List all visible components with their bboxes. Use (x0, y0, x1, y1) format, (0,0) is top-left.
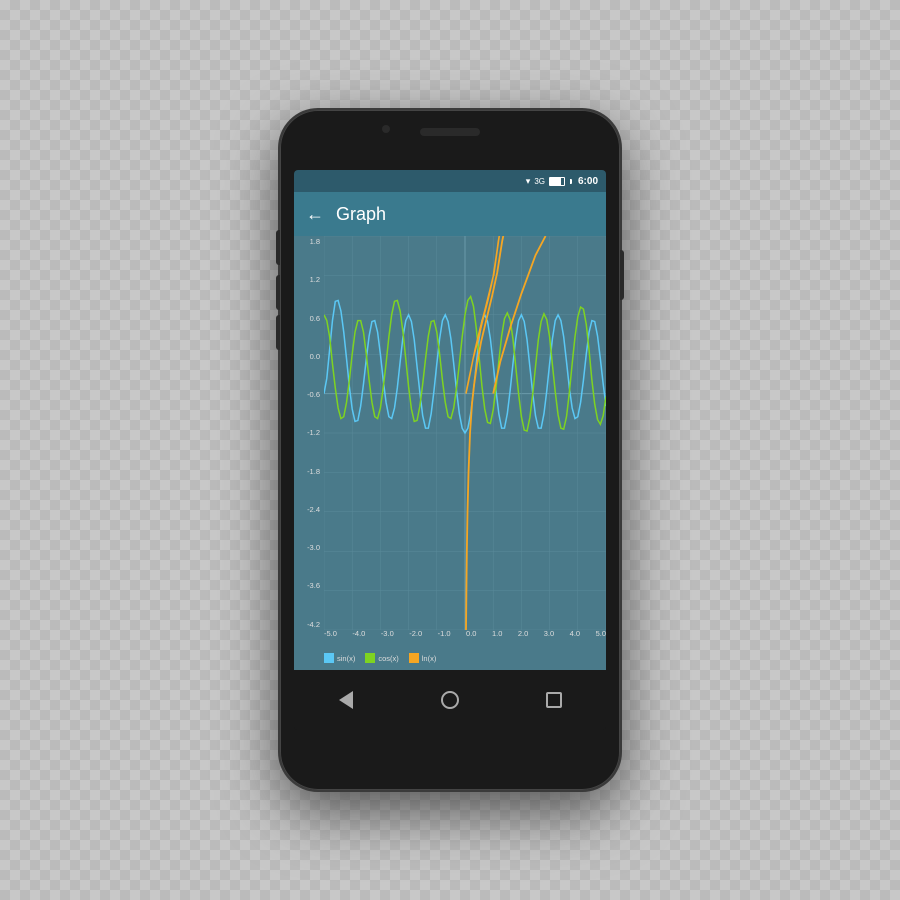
status-icons: ▾ 3G 6:00 (526, 176, 598, 187)
cos-legend-label: cos(x) (378, 654, 398, 663)
x-label-1: -4.0 (352, 630, 365, 638)
x-axis: -5.0 -4.0 -3.0 -2.0 -1.0 0.0 1.0 2.0 3.0… (324, 630, 606, 650)
x-label-2: -3.0 (381, 630, 394, 638)
status-bar: ▾ 3G 6:00 (294, 170, 606, 192)
chart-svg (324, 236, 606, 630)
y-label-5: -1.2 (294, 429, 324, 437)
phone-screen: ▾ 3G 6:00 ← Graph 1.8 1.2 0.6 0.0 -0.6 (294, 170, 606, 730)
ln-legend-label: ln(x) (422, 654, 437, 663)
home-nav-icon (441, 691, 459, 709)
legend-sin: sin(x) (324, 653, 355, 663)
back-button[interactable]: ← (306, 204, 324, 225)
x-label-0: -5.0 (324, 630, 337, 638)
y-label-9: -3.6 (294, 582, 324, 590)
y-label-10: -4.2 (294, 621, 324, 629)
y-label-0: 1.8 (294, 238, 324, 246)
x-label-9: 4.0 (570, 630, 580, 638)
front-camera (382, 125, 390, 133)
x-label-8: 3.0 (544, 630, 554, 638)
x-label-3: -2.0 (409, 630, 422, 638)
x-label-4: -1.0 (438, 630, 451, 638)
sin-legend-dot (324, 653, 334, 663)
x-label-6: 1.0 (492, 630, 502, 638)
app-bar: ← Graph (294, 192, 606, 236)
time-display: 6:00 (578, 176, 598, 187)
x-label-10: 5.0 (596, 630, 606, 638)
nav-recent-button[interactable] (534, 680, 574, 720)
ln-legend-dot (409, 653, 419, 663)
sin-legend-label: sin(x) (337, 654, 355, 663)
nav-home-button[interactable] (430, 680, 470, 720)
battery-icon (549, 177, 565, 186)
chart-legend: sin(x) cos(x) ln(x) (324, 650, 606, 666)
y-label-2: 0.6 (294, 315, 324, 323)
phone-device: ▾ 3G 6:00 ← Graph 1.8 1.2 0.6 0.0 -0.6 (280, 110, 620, 790)
x-label-5: 0.0 (466, 630, 476, 638)
y-label-1: 1.2 (294, 276, 324, 284)
recent-nav-icon (546, 692, 562, 708)
y-label-7: -2.4 (294, 506, 324, 514)
chart-area: 1.8 1.2 0.6 0.0 -0.6 -1.2 -1.8 -2.4 -3.0… (294, 236, 606, 670)
nav-back-button[interactable] (326, 680, 366, 720)
y-label-6: -1.8 (294, 468, 324, 476)
speaker (420, 128, 480, 136)
wifi-icon: ▾ (526, 176, 531, 187)
battery-tip (570, 179, 572, 184)
legend-cos: cos(x) (365, 653, 398, 663)
y-label-8: -3.0 (294, 544, 324, 552)
y-label-4: -0.6 (294, 391, 324, 399)
y-axis: 1.8 1.2 0.6 0.0 -0.6 -1.2 -1.8 -2.4 -3.0… (294, 236, 324, 630)
x-label-7: 2.0 (518, 630, 528, 638)
page-title: Graph (336, 204, 386, 225)
back-nav-icon (339, 691, 353, 709)
cos-legend-dot (365, 653, 375, 663)
nav-bar (294, 670, 606, 730)
y-label-3: 0.0 (294, 353, 324, 361)
signal-icon: 3G (534, 177, 545, 186)
legend-ln: ln(x) (409, 653, 437, 663)
